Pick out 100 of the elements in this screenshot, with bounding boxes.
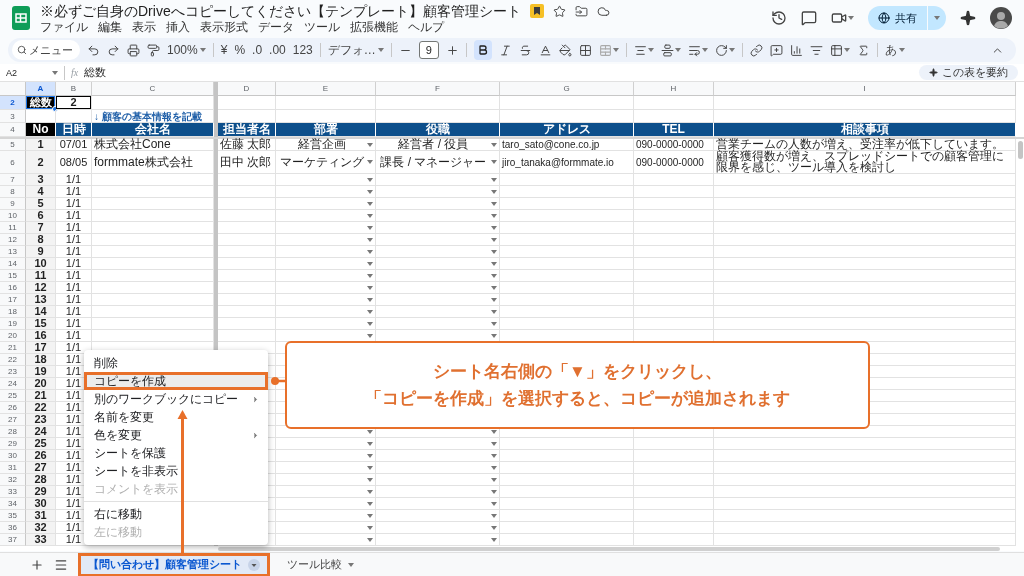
dropdown-cell[interactable]	[376, 510, 500, 522]
sheet-cell[interactable]: 25	[26, 438, 56, 450]
paint-format-icon[interactable]	[147, 43, 160, 57]
dropdown-cell[interactable]	[376, 306, 500, 318]
print-icon[interactable]	[127, 43, 140, 57]
undo-icon[interactable]	[87, 43, 100, 57]
sheet-cell[interactable]: 1/1	[56, 282, 92, 294]
row-number[interactable]: 5	[0, 139, 26, 151]
avatar[interactable]	[990, 7, 1012, 29]
dropdown-cell[interactable]	[376, 270, 500, 282]
sheet-cell[interactable]: 3	[26, 174, 56, 186]
dropdown-cell[interactable]	[376, 318, 500, 330]
row-number[interactable]: 26	[0, 402, 26, 414]
row-number[interactable]: 36	[0, 522, 26, 534]
dropdown-cell[interactable]	[276, 258, 376, 270]
dropdown-cell[interactable]	[376, 450, 500, 462]
row-number[interactable]: 24	[0, 378, 26, 390]
sheet-cell[interactable]: taro_sato@cone.co.jp	[500, 139, 634, 151]
sheet-cell[interactable]: 29	[26, 486, 56, 498]
row-number[interactable]: 35	[0, 510, 26, 522]
sheet-cell[interactable]: 株式会社Cone	[92, 139, 214, 151]
history-icon[interactable]	[771, 10, 787, 26]
row-number[interactable]: 31	[0, 462, 26, 474]
sheet-tab[interactable]: 【問い合わせ】顧客管理シート	[78, 552, 270, 576]
star-icon[interactable]	[552, 4, 566, 18]
add-sheet-icon[interactable]	[30, 557, 44, 572]
vertical-align-icon[interactable]	[660, 43, 674, 57]
row-number[interactable]: 21	[0, 342, 26, 354]
row-number[interactable]: 12	[0, 234, 26, 246]
row-number[interactable]: 18	[0, 306, 26, 318]
column-letter[interactable]: B	[56, 82, 92, 96]
sheet-cell[interactable]: 30	[26, 498, 56, 510]
sheet-cell[interactable]: 4	[26, 186, 56, 198]
menu-item[interactable]: データ	[258, 20, 294, 34]
menu-item[interactable]: コピーを作成	[84, 372, 268, 390]
menu-item[interactable]: ファイル	[40, 20, 88, 34]
sheet-cell[interactable]: 19	[26, 366, 56, 378]
fill-color-icon[interactable]	[558, 43, 572, 57]
row-number[interactable]: 34	[0, 498, 26, 510]
dropdown-cell[interactable]	[276, 498, 376, 510]
sheet-cell[interactable]: 7	[26, 222, 56, 234]
dropdown-cell[interactable]	[376, 438, 500, 450]
decrease-decimal-button[interactable]: .0	[252, 43, 263, 57]
sheet-cell[interactable]: 18	[26, 354, 56, 366]
font-dropdown[interactable]: デフォ…	[327, 41, 384, 59]
dropdown-cell[interactable]	[276, 246, 376, 258]
dropdown-cell[interactable]	[376, 186, 500, 198]
row-number[interactable]: 25	[0, 390, 26, 402]
row-number[interactable]: 20	[0, 330, 26, 342]
menu-item[interactable]: 編集	[98, 20, 122, 34]
sheet-cell[interactable]: 31	[26, 510, 56, 522]
dropdown-cell[interactable]	[376, 498, 500, 510]
dropdown-cell[interactable]	[276, 294, 376, 306]
dropdown-cell[interactable]	[376, 198, 500, 210]
sheet-cell[interactable]: 佐藤 太郎	[218, 139, 276, 151]
dropdown-cell[interactable]: マーケティング	[276, 151, 376, 174]
selection-handle[interactable]	[52, 106, 58, 112]
scrollbar[interactable]	[218, 546, 1000, 551]
text-color-icon[interactable]	[538, 43, 552, 57]
dropdown-cell[interactable]	[276, 474, 376, 486]
scrollbar[interactable]	[1018, 141, 1023, 159]
share-dropdown-button[interactable]	[928, 6, 946, 30]
sheet-tab[interactable]: ツール比較	[280, 552, 361, 576]
sheet-cell[interactable]: 11	[26, 270, 56, 282]
column-letter[interactable]: G	[500, 82, 634, 96]
sheet-cell[interactable]: 8	[26, 234, 56, 246]
summarize-button[interactable]: この表を要約	[919, 65, 1018, 80]
column-letter[interactable]: E	[276, 82, 376, 96]
caret-icon[interactable]	[674, 48, 681, 52]
filter-view-icon[interactable]	[829, 43, 843, 57]
dropdown-cell[interactable]	[376, 474, 500, 486]
sheet-cell[interactable]: 24	[26, 426, 56, 438]
plus-icon[interactable]	[445, 43, 459, 57]
column-letter[interactable]: D	[218, 82, 276, 96]
row-number[interactable]: 6	[0, 151, 26, 174]
row-number[interactable]: 33	[0, 486, 26, 498]
sheet-cell[interactable]: 顧客獲得数が増え、スプレッドシートでの顧客管理に限界を感じ、ツール導入を検討し	[714, 151, 1016, 174]
chart-icon[interactable]	[789, 43, 803, 57]
caret-icon[interactable]	[934, 16, 940, 20]
sheet-cell[interactable]: 1/1	[56, 222, 92, 234]
sheet-cell[interactable]: 田中 次郎	[218, 151, 276, 174]
dropdown-cell[interactable]	[276, 306, 376, 318]
folder-icon[interactable]	[574, 4, 588, 18]
dropdown-cell[interactable]	[276, 222, 376, 234]
dropdown-cell[interactable]	[276, 486, 376, 498]
dropdown-cell[interactable]	[276, 210, 376, 222]
column-letter[interactable]: H	[634, 82, 714, 96]
sheet-cell[interactable]: 1/1	[56, 270, 92, 282]
dropdown-cell[interactable]	[376, 222, 500, 234]
dropdown-cell[interactable]	[276, 186, 376, 198]
increase-decimal-button[interactable]: .00	[269, 43, 286, 57]
menu-item[interactable]: ツール	[304, 20, 340, 34]
dropdown-cell[interactable]	[276, 510, 376, 522]
sheet-cell[interactable]: 1/1	[56, 306, 92, 318]
sheet-cell[interactable]: 08/05	[56, 151, 92, 174]
caret-icon[interactable]	[701, 48, 708, 52]
italic-icon[interactable]	[498, 43, 512, 57]
menu-item[interactable]: 挿入	[166, 20, 190, 34]
input-tool-dropdown[interactable]: あ	[884, 41, 905, 59]
caret-icon[interactable]	[612, 48, 619, 52]
